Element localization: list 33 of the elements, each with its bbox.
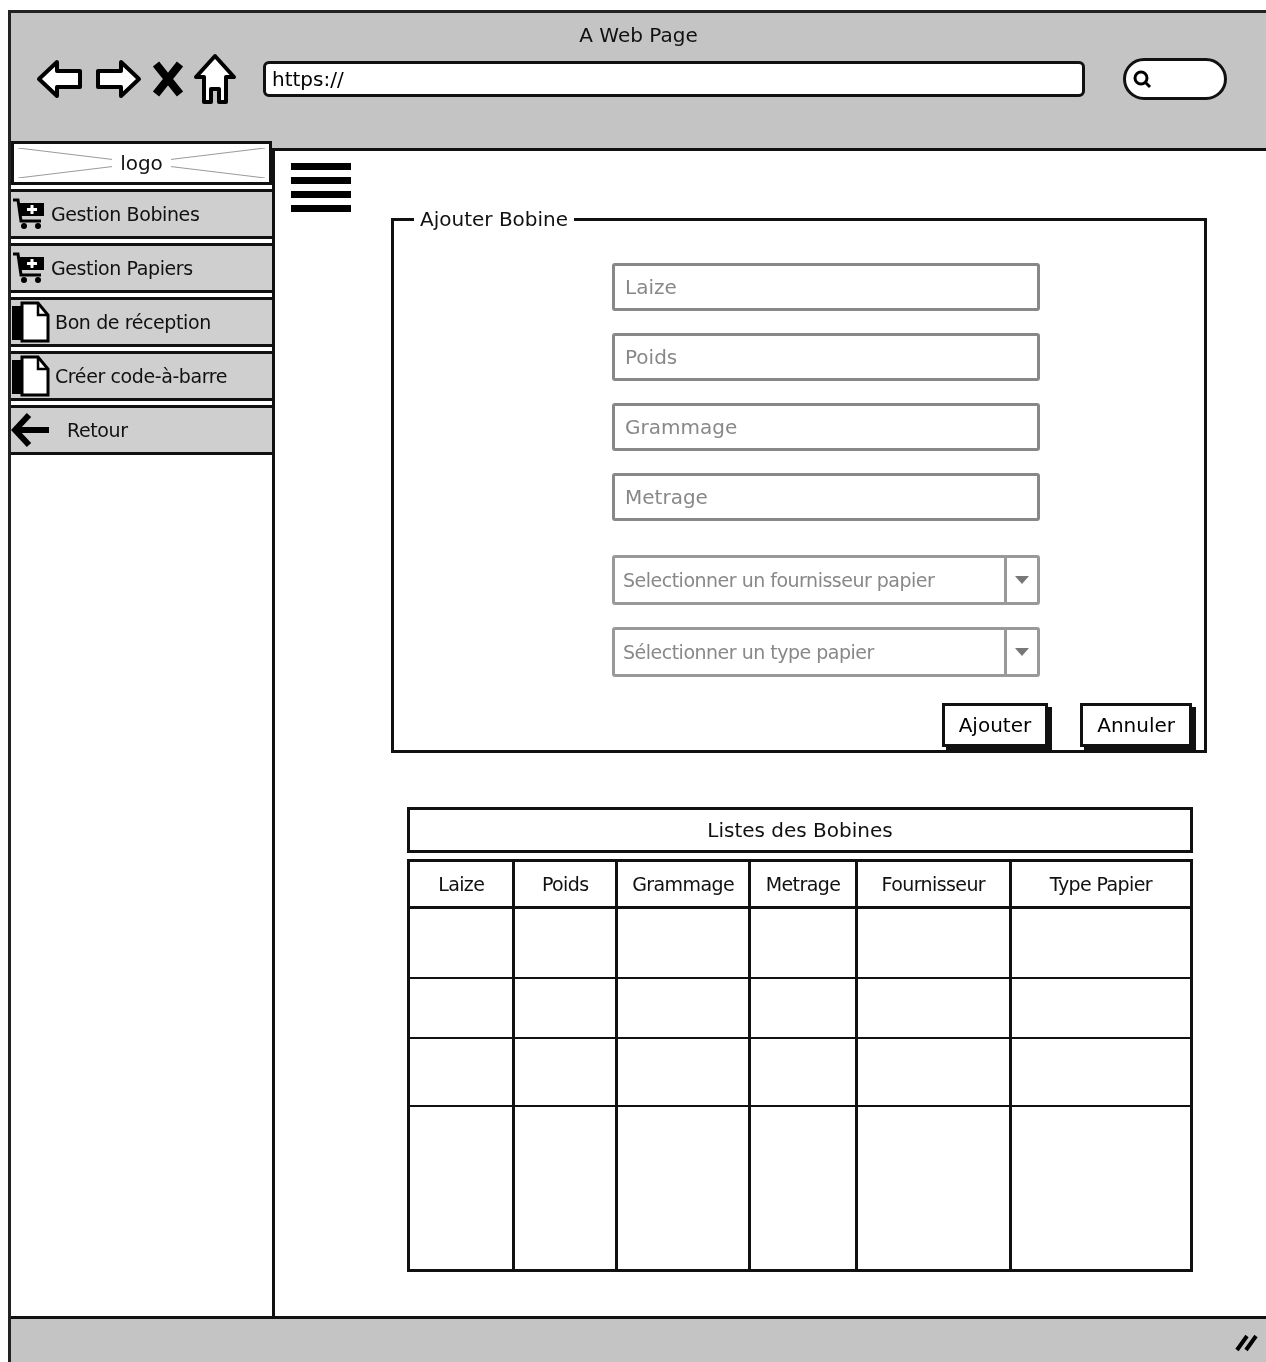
input-field[interactable]: Poids — [612, 333, 1040, 381]
left-arrow-icon — [11, 412, 51, 448]
sidebar-item[interactable]: Retour — [11, 405, 272, 455]
column-header: Type Papier — [1048, 872, 1154, 897]
caret-icon — [1015, 576, 1029, 584]
column-header: Metrage — [751, 862, 858, 906]
search-field[interactable] — [1123, 58, 1227, 100]
input-field[interactable]: Laize — [612, 263, 1040, 311]
document-icon — [11, 300, 51, 344]
cart-icon — [11, 197, 47, 231]
table-title: Listes des Bobines — [407, 807, 1193, 853]
cart-icon — [11, 251, 47, 285]
input-field[interactable]: Grammage — [612, 403, 1040, 451]
column-header: Laize — [410, 862, 516, 906]
sidebar-item[interactable]: Bon de réception — [11, 297, 272, 347]
column-header: Poids — [515, 862, 618, 906]
menu-icon[interactable] — [291, 163, 351, 215]
home-icon[interactable] — [193, 53, 237, 105]
sidebar-item[interactable]: Gestion Papiers — [11, 243, 272, 293]
caret-icon — [1015, 648, 1029, 656]
sidebar-item[interactable]: Gestion Bobines — [11, 189, 272, 239]
document-icon — [11, 354, 51, 398]
dropdown[interactable]: Sélectionner un type papier — [612, 627, 1040, 677]
window-title: A Web Page — [578, 22, 699, 49]
form-title: Ajouter Bobine — [419, 207, 570, 231]
column-header: Grammage — [617, 862, 752, 906]
dropdown[interactable]: Selectionner un fournisseur papier — [612, 555, 1040, 605]
close-icon[interactable] — [151, 59, 185, 99]
search-icon — [1132, 69, 1152, 89]
address-field[interactable]: https:// — [263, 61, 1085, 97]
column-header: Fournisseur — [857, 862, 1012, 906]
sidebar-item[interactable]: Créer code-à-barre — [11, 351, 272, 401]
input-field[interactable]: Metrage — [612, 473, 1040, 521]
